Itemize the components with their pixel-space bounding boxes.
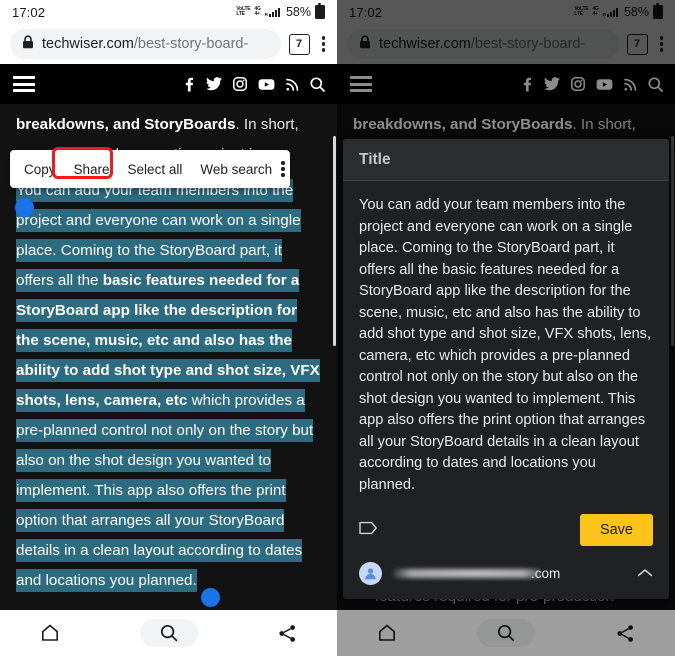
share-to-keep-dialog: Title You can add your team members into… [343,139,669,599]
network-icon-bottom: 4+ [254,11,260,17]
signal-bars-icon [268,7,280,17]
selection-end-handle[interactable] [201,588,220,607]
selected-segment-2: which provides a pre-planned control not… [16,389,314,592]
tag-icon[interactable] [359,520,381,541]
home-icon[interactable] [377,623,397,643]
context-menu-item-copy[interactable]: Copy [10,162,65,177]
battery-percent-label: 58% [285,5,311,19]
4g-plus-icon: 4G 4+ [254,6,260,18]
rss-icon[interactable] [286,78,299,91]
account-email: .com [393,566,626,581]
screenshot-stage: 17:02 VoLTE LTE 4G 4+ R 58% techwiser.co… [0,0,675,656]
battery-icon [315,3,325,19]
bottom-navigation-bar [337,610,675,656]
context-menu-item-web-search[interactable]: Web search [191,162,281,177]
home-icon[interactable] [40,623,60,643]
status-bar-clock: 17:02 [12,4,46,20]
search-icon[interactable] [140,619,198,647]
save-button[interactable]: Save [579,514,653,546]
url-domain: techwiser.com [42,36,134,52]
status-bar-icons: VoLTE LTE 4G 4+ R 58% [236,3,325,19]
site-header [0,64,337,104]
search-icon[interactable] [477,619,536,647]
page-scrollbar[interactable] [333,136,336,346]
account-row[interactable]: .com [343,556,669,599]
selected-text-block[interactable]: You can add your team members into the p… [15,176,321,607]
share-icon[interactable] [278,624,297,643]
tab-count-button[interactable]: 7 [288,33,310,55]
bottom-navigation-bar [0,610,337,656]
url-path: /best-story-board- [133,36,249,52]
chevron-up-icon[interactable] [637,565,653,583]
note-body-input[interactable]: You can add your team members into the p… [343,181,669,504]
volte-icon-bottom: LTE [236,11,245,17]
context-menu-overflow-icon[interactable] [281,161,296,177]
volte-icon: VoLTE LTE [236,6,250,18]
share-icon[interactable] [616,624,635,643]
kebab-menu-icon[interactable] [318,32,329,55]
lock-icon [22,34,34,54]
browser-toolbar: techwiser.com/best-story-board- 7 [0,24,337,64]
roaming-icon: R [264,12,268,17]
twitter-icon[interactable] [206,77,222,91]
instagram-icon[interactable] [233,77,247,91]
facebook-icon[interactable] [182,77,195,92]
account-avatar-icon [359,562,382,585]
youtube-icon[interactable] [258,78,275,91]
left-phone-screen: 17:02 VoLTE LTE 4G 4+ R 58% techwiser.co… [0,0,337,656]
dialog-actions: Save [343,504,669,556]
note-title-input[interactable]: Title [343,139,669,181]
address-bar[interactable]: techwiser.com/best-story-board- [10,29,281,59]
address-bar-url: techwiser.com/best-story-board- [42,36,248,52]
search-icon[interactable] [310,76,325,92]
text-selection-context-menu: Copy Share Select all Web search [10,150,290,188]
context-menu-item-select-all[interactable]: Select all [119,162,192,177]
right-phone-screen: 17:02 VoLTE LTE 4G 4+ R 58% techwiser.co… [337,0,675,656]
selected-paragraph: You can add your team members into the p… [16,176,321,596]
article-lead-bold: breakdowns, and StoryBoards [16,116,236,133]
social-links [182,76,325,92]
context-menu-item-share[interactable]: Share [65,162,119,177]
hamburger-icon[interactable] [10,73,38,95]
status-bar: 17:02 VoLTE LTE 4G 4+ R 58% [0,0,337,24]
selection-start-handle[interactable] [15,198,34,217]
account-email-blurred [393,569,541,578]
